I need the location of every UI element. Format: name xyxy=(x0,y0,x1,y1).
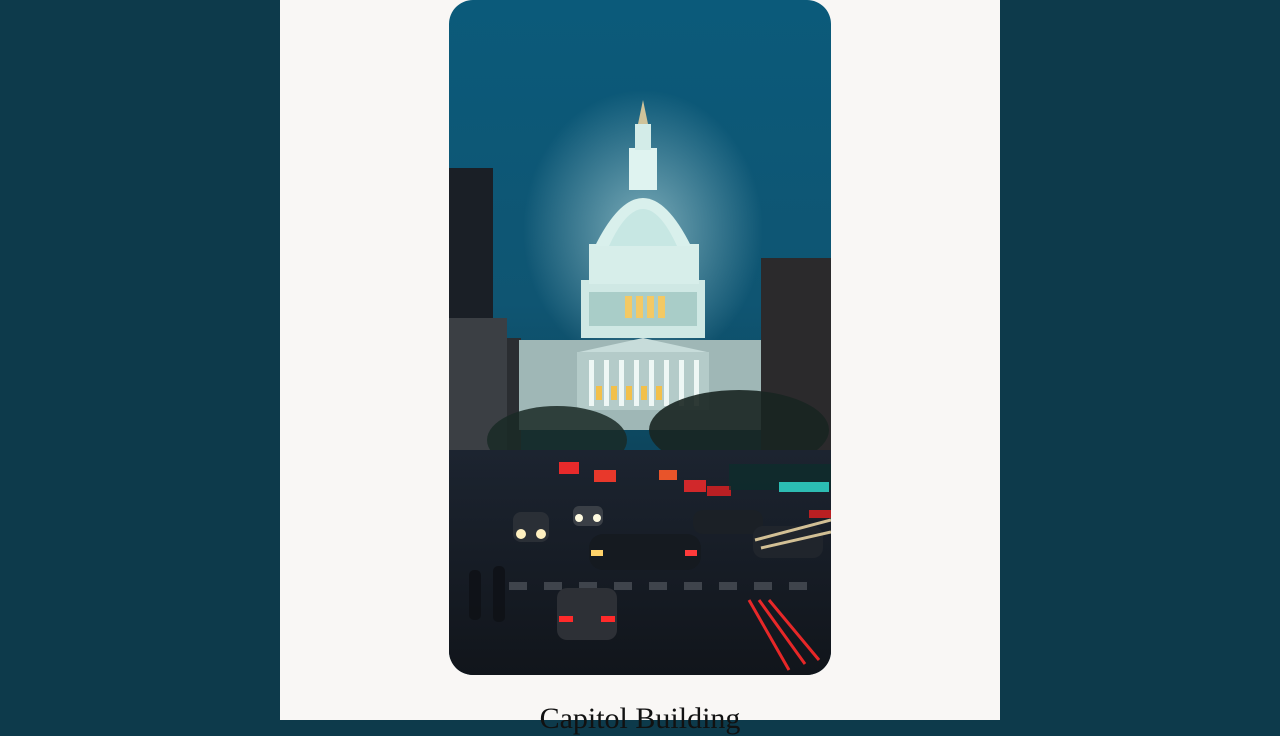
page: Capitol Building xyxy=(0,0,1280,735)
left-margin-background xyxy=(0,0,280,720)
photo-caption: Capitol Building xyxy=(539,702,741,735)
content-column: Capitol Building xyxy=(280,0,1001,735)
right-margin-background xyxy=(1000,0,1280,720)
capitol-dome-icon xyxy=(449,0,831,675)
capitol-night-photo xyxy=(449,0,831,675)
